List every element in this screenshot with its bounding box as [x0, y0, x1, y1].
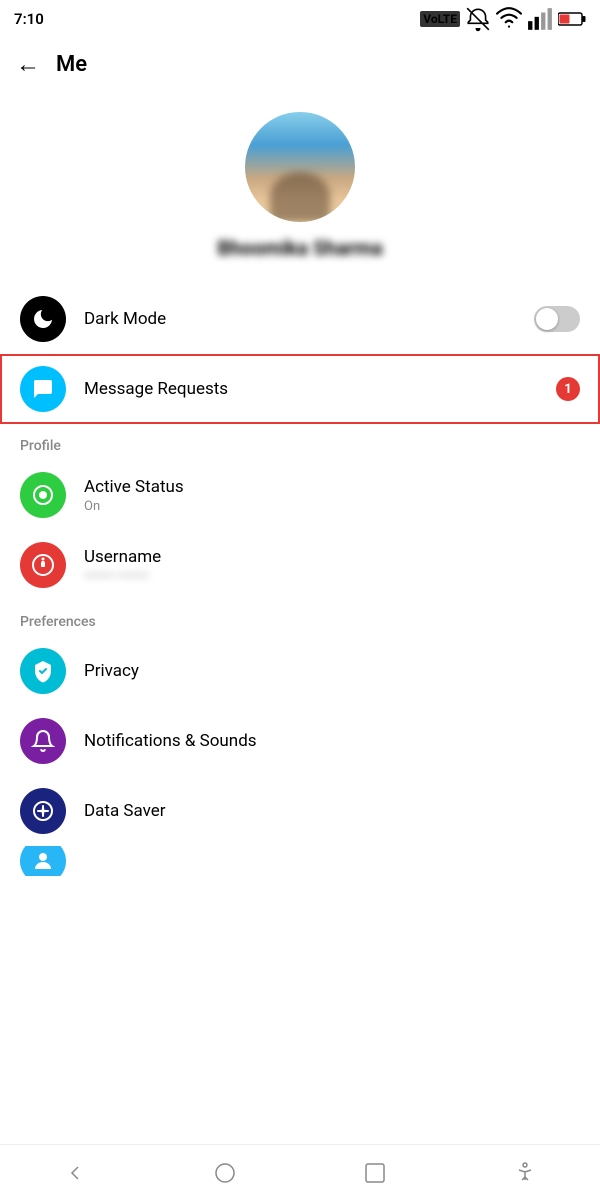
data-saver-item[interactable]: Data Saver	[0, 776, 600, 846]
message-requests-label: Message Requests	[84, 379, 556, 399]
privacy-text: Privacy	[84, 661, 580, 681]
active-status-label: Active Status	[84, 477, 580, 497]
preferences-section-header: Preferences	[0, 600, 600, 636]
active-status-text: Active Status On	[84, 477, 580, 514]
username-icon	[20, 542, 66, 588]
dark-mode-icon	[20, 296, 66, 342]
volte-icon: VoLTE	[420, 11, 460, 27]
message-requests-icon	[20, 366, 66, 412]
message-requests-item[interactable]: Message Requests 1	[0, 354, 600, 424]
nav-recents-button[interactable]	[361, 1159, 389, 1187]
status-bar: 7:10 VoLTE	[0, 0, 600, 36]
notifications-item[interactable]: Notifications & Sounds	[0, 706, 600, 776]
avatar[interactable]	[245, 112, 355, 222]
profile-section-header: Profile	[0, 424, 600, 460]
status-icons: VoLTE	[420, 6, 586, 32]
extra-item[interactable]	[0, 846, 600, 876]
data-saver-icon	[20, 788, 66, 834]
notifications-icon	[20, 718, 66, 764]
back-button[interactable]: ←	[16, 50, 40, 79]
signal-icon	[527, 6, 553, 32]
dark-mode-toggle[interactable]	[534, 306, 580, 332]
user-name: Bhoomika Sharma	[217, 236, 382, 260]
profile-section: Bhoomika Sharma	[0, 92, 600, 276]
notifications-label: Notifications & Sounds	[84, 731, 580, 751]
dark-mode-text: Dark Mode	[84, 309, 534, 329]
dark-mode-item[interactable]: Dark Mode	[0, 284, 600, 354]
message-requests-badge: 1	[556, 377, 580, 401]
settings-list: Dark Mode Message Requests 1 Profile	[0, 276, 600, 884]
extra-icon	[20, 846, 66, 876]
nav-back-button[interactable]	[61, 1159, 89, 1187]
username-sublabel: ••••••• •••••••	[84, 569, 580, 584]
privacy-item[interactable]: Privacy	[0, 636, 600, 706]
status-time: 7:10	[14, 10, 44, 28]
message-requests-text: Message Requests	[84, 379, 556, 399]
nav-accessibility-button[interactable]	[511, 1159, 539, 1187]
top-nav: ← Me	[0, 36, 600, 92]
username-label: Username	[84, 547, 580, 567]
privacy-icon	[20, 648, 66, 694]
data-saver-text: Data Saver	[84, 801, 580, 821]
privacy-label: Privacy	[84, 661, 580, 681]
active-status-icon	[20, 472, 66, 518]
data-saver-label: Data Saver	[84, 801, 580, 821]
wifi-icon	[496, 6, 522, 32]
bottom-nav	[0, 1144, 600, 1200]
notifications-text: Notifications & Sounds	[84, 731, 580, 751]
nav-home-button[interactable]	[211, 1159, 239, 1187]
active-status-item[interactable]: Active Status On	[0, 460, 600, 530]
active-status-sublabel: On	[84, 499, 580, 514]
username-item[interactable]: Username ••••••• •••••••	[0, 530, 600, 600]
bell-muted-icon	[465, 6, 491, 32]
username-text: Username ••••••• •••••••	[84, 547, 580, 584]
battery-icon	[558, 12, 586, 26]
page-title: Me	[56, 52, 87, 77]
dark-mode-label: Dark Mode	[84, 309, 534, 329]
